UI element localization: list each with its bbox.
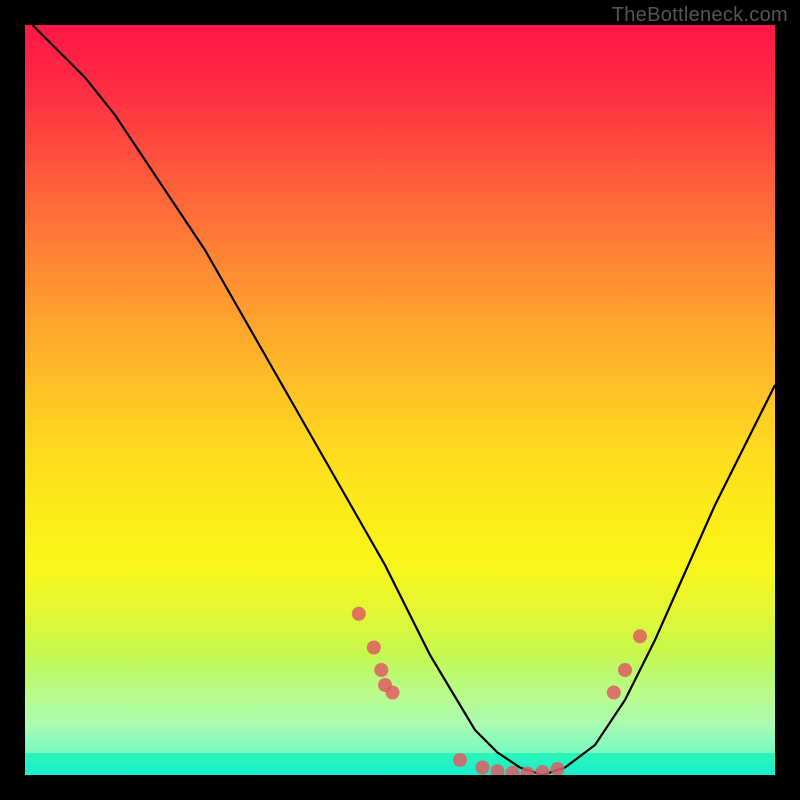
- chart-marker: [352, 607, 366, 621]
- chart-marker: [367, 641, 381, 655]
- chart-marker: [476, 761, 490, 775]
- chart-marker: [607, 686, 621, 700]
- chart-marker: [491, 764, 505, 775]
- bottleneck-curve: [33, 25, 776, 775]
- chart-plot-area: [25, 25, 775, 775]
- watermark-text: TheBottleneck.com: [612, 4, 788, 27]
- chart-marker: [506, 766, 520, 775]
- chart-marker: [453, 753, 467, 767]
- chart-marker: [551, 762, 565, 775]
- chart-svg: [25, 25, 775, 775]
- chart-marker: [633, 629, 647, 643]
- chart-markers: [352, 607, 647, 775]
- chart-marker: [386, 686, 400, 700]
- chart-marker: [618, 663, 632, 677]
- chart-marker: [536, 765, 550, 775]
- chart-marker: [374, 663, 388, 677]
